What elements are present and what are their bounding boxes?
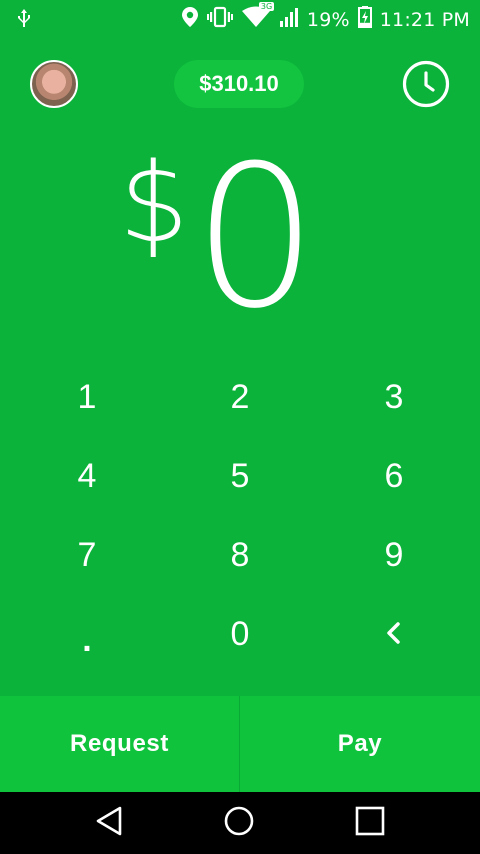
home-button[interactable] — [222, 806, 256, 840]
request-button[interactable]: Request — [0, 696, 240, 792]
key-2[interactable]: 2 — [160, 358, 320, 437]
activity-history-button[interactable] — [402, 60, 450, 108]
recents-square-icon — [355, 806, 385, 841]
battery-charging-icon — [357, 6, 372, 33]
profile-avatar[interactable] — [30, 60, 78, 108]
usb-icon — [14, 8, 34, 33]
key-3[interactable]: 3 — [314, 358, 474, 437]
network-type-badge: 3G — [258, 2, 275, 11]
key-4[interactable]: 4 — [7, 437, 167, 516]
key-label: 9 — [384, 536, 404, 574]
location-icon — [181, 6, 199, 33]
backspace-chevron-icon — [384, 615, 404, 654]
key-label: 6 — [384, 457, 404, 495]
home-circle-icon — [223, 805, 255, 842]
amount-display: $ 0 — [0, 139, 480, 336]
key-decimal[interactable]: . — [7, 595, 167, 674]
pay-label: Pay — [337, 730, 383, 757]
back-button[interactable] — [92, 806, 126, 840]
key-label: 5 — [230, 457, 250, 495]
recents-button[interactable] — [353, 806, 387, 840]
amount-value: 0 — [193, 124, 318, 352]
key-label: 0 — [230, 615, 250, 653]
wifi-icon: 3G — [241, 2, 275, 33]
status-bar: 3G 19% 11:21 PM — [0, 0, 480, 36]
clock-icon — [402, 60, 450, 112]
system-nav-bar — [0, 792, 480, 854]
balance-amount: $310.10 — [199, 71, 279, 96]
key-9[interactable]: 9 — [314, 516, 474, 595]
key-label: 3 — [384, 378, 404, 416]
key-1[interactable]: 1 — [7, 358, 167, 437]
currency-symbol: $ — [119, 139, 189, 267]
clock-time: 11:21 PM — [379, 8, 470, 31]
vibrate-icon — [206, 6, 233, 33]
key-label: 4 — [77, 457, 97, 495]
key-label: 1 — [77, 378, 97, 416]
key-5[interactable]: 5 — [160, 437, 320, 516]
key-0[interactable]: 0 — [160, 595, 320, 674]
key-backspace[interactable] — [314, 595, 474, 674]
back-triangle-icon — [94, 805, 124, 842]
key-label: 8 — [230, 536, 250, 574]
key-label: 2 — [230, 378, 250, 416]
battery-percent: 19% — [306, 8, 350, 31]
key-label: 7 — [77, 536, 97, 574]
signal-icon — [279, 7, 299, 32]
balance-pill[interactable]: $310.10 — [174, 60, 304, 108]
request-label: Request — [70, 730, 169, 757]
key-6[interactable]: 6 — [314, 437, 474, 516]
key-label: . — [82, 621, 92, 659]
key-8[interactable]: 8 — [160, 516, 320, 595]
action-bar: Request Pay — [0, 696, 480, 792]
key-7[interactable]: 7 — [7, 516, 167, 595]
pay-button[interactable]: Pay — [240, 696, 480, 792]
